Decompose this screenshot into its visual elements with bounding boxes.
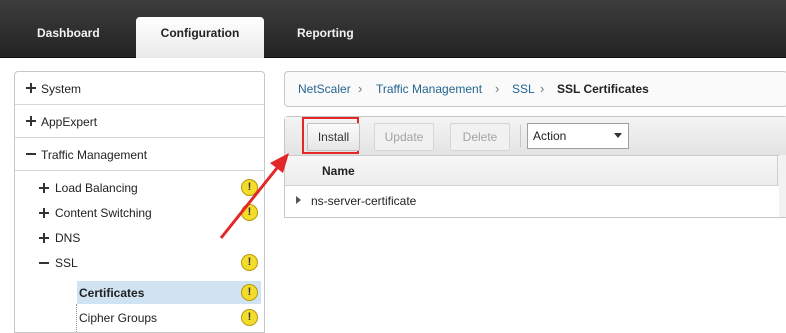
chevron-right-icon: ›	[358, 81, 363, 96]
tree-item-label: Load Balancing	[55, 181, 138, 195]
expand-icon[interactable]	[39, 233, 49, 243]
action-select-value: Action	[533, 129, 567, 143]
breadcrumb-ssl[interactable]: SSL	[512, 82, 535, 96]
warning-icon: !	[241, 309, 258, 326]
certificate-name: ns-server-certificate	[311, 194, 417, 208]
tree-item-cipher-groups[interactable]: Cipher Groups !	[15, 305, 264, 330]
caret-right-icon[interactable]	[296, 196, 301, 204]
action-select[interactable]: Action	[527, 123, 629, 149]
toolbar-divider	[520, 125, 521, 147]
install-button[interactable]: Install	[307, 123, 360, 151]
chevron-right-icon: ›	[495, 81, 500, 96]
tree-item-label: AppExpert	[41, 115, 98, 129]
expand-icon[interactable]	[39, 208, 49, 218]
breadcrumb: NetScaler › Traffic Management › SSL › S…	[284, 71, 786, 107]
warning-icon: !	[241, 179, 258, 196]
top-navigation-bar: Dashboard Configuration Reporting	[0, 0, 786, 58]
breadcrumb-current: SSL Certificates	[557, 82, 649, 96]
tree-item-label: Cipher Groups	[79, 311, 158, 325]
breadcrumb-traffic-management[interactable]: Traffic Management	[376, 82, 482, 96]
tree-item-label: Traffic Management	[41, 148, 148, 162]
collapse-icon[interactable]	[39, 258, 49, 268]
column-divider	[777, 156, 778, 185]
tree-item-label: Content Switching	[55, 206, 152, 220]
table-row[interactable]: ns-server-certificate	[285, 186, 786, 215]
tree-item-traffic-management[interactable]: Traffic Management	[15, 138, 264, 171]
tab-reporting[interactable]: Reporting	[297, 22, 354, 44]
warning-icon: !	[241, 254, 258, 271]
tree-item-certificates[interactable]: Certificates !	[15, 280, 264, 305]
expand-icon[interactable]	[39, 183, 49, 193]
tree-item-appexpert[interactable]: AppExpert	[15, 105, 264, 138]
tree-item-label: SSL	[55, 256, 78, 270]
expand-icon[interactable]	[26, 83, 36, 93]
table-header: Name	[285, 156, 786, 186]
warning-icon: !	[241, 284, 258, 301]
tree-item-label: DNS	[55, 231, 81, 245]
tree-item-load-balancing[interactable]: Load Balancing !	[15, 175, 264, 200]
tree-item-ssl[interactable]: SSL !	[15, 250, 264, 275]
chevron-right-icon: ›	[540, 81, 545, 96]
tree-item-label: Certificates	[79, 286, 145, 300]
tree-item-system[interactable]: System	[15, 72, 264, 105]
tree-item-dns[interactable]: DNS	[15, 225, 264, 250]
breadcrumb-netscaler[interactable]: NetScaler	[298, 82, 351, 96]
certificates-panel: Install Update Delete Action Name ns-ser…	[284, 116, 786, 218]
toolbar: Install Update Delete Action	[285, 117, 786, 156]
collapse-icon[interactable]	[26, 149, 36, 159]
tab-configuration[interactable]: Configuration	[136, 17, 264, 58]
update-button[interactable]: Update	[374, 123, 434, 151]
tree-item-content-switching[interactable]: Content Switching !	[15, 200, 264, 225]
tree-item-label: System	[41, 82, 82, 96]
navigation-tree: System AppExpert Traffic Management Load…	[14, 71, 265, 333]
expand-icon[interactable]	[26, 116, 36, 126]
scrollbar[interactable]	[779, 155, 786, 217]
warning-icon: !	[241, 204, 258, 221]
tab-dashboard[interactable]: Dashboard	[37, 22, 100, 44]
chevron-down-icon	[614, 133, 622, 138]
column-header-name[interactable]: Name	[322, 164, 355, 178]
delete-button[interactable]: Delete	[450, 123, 510, 151]
